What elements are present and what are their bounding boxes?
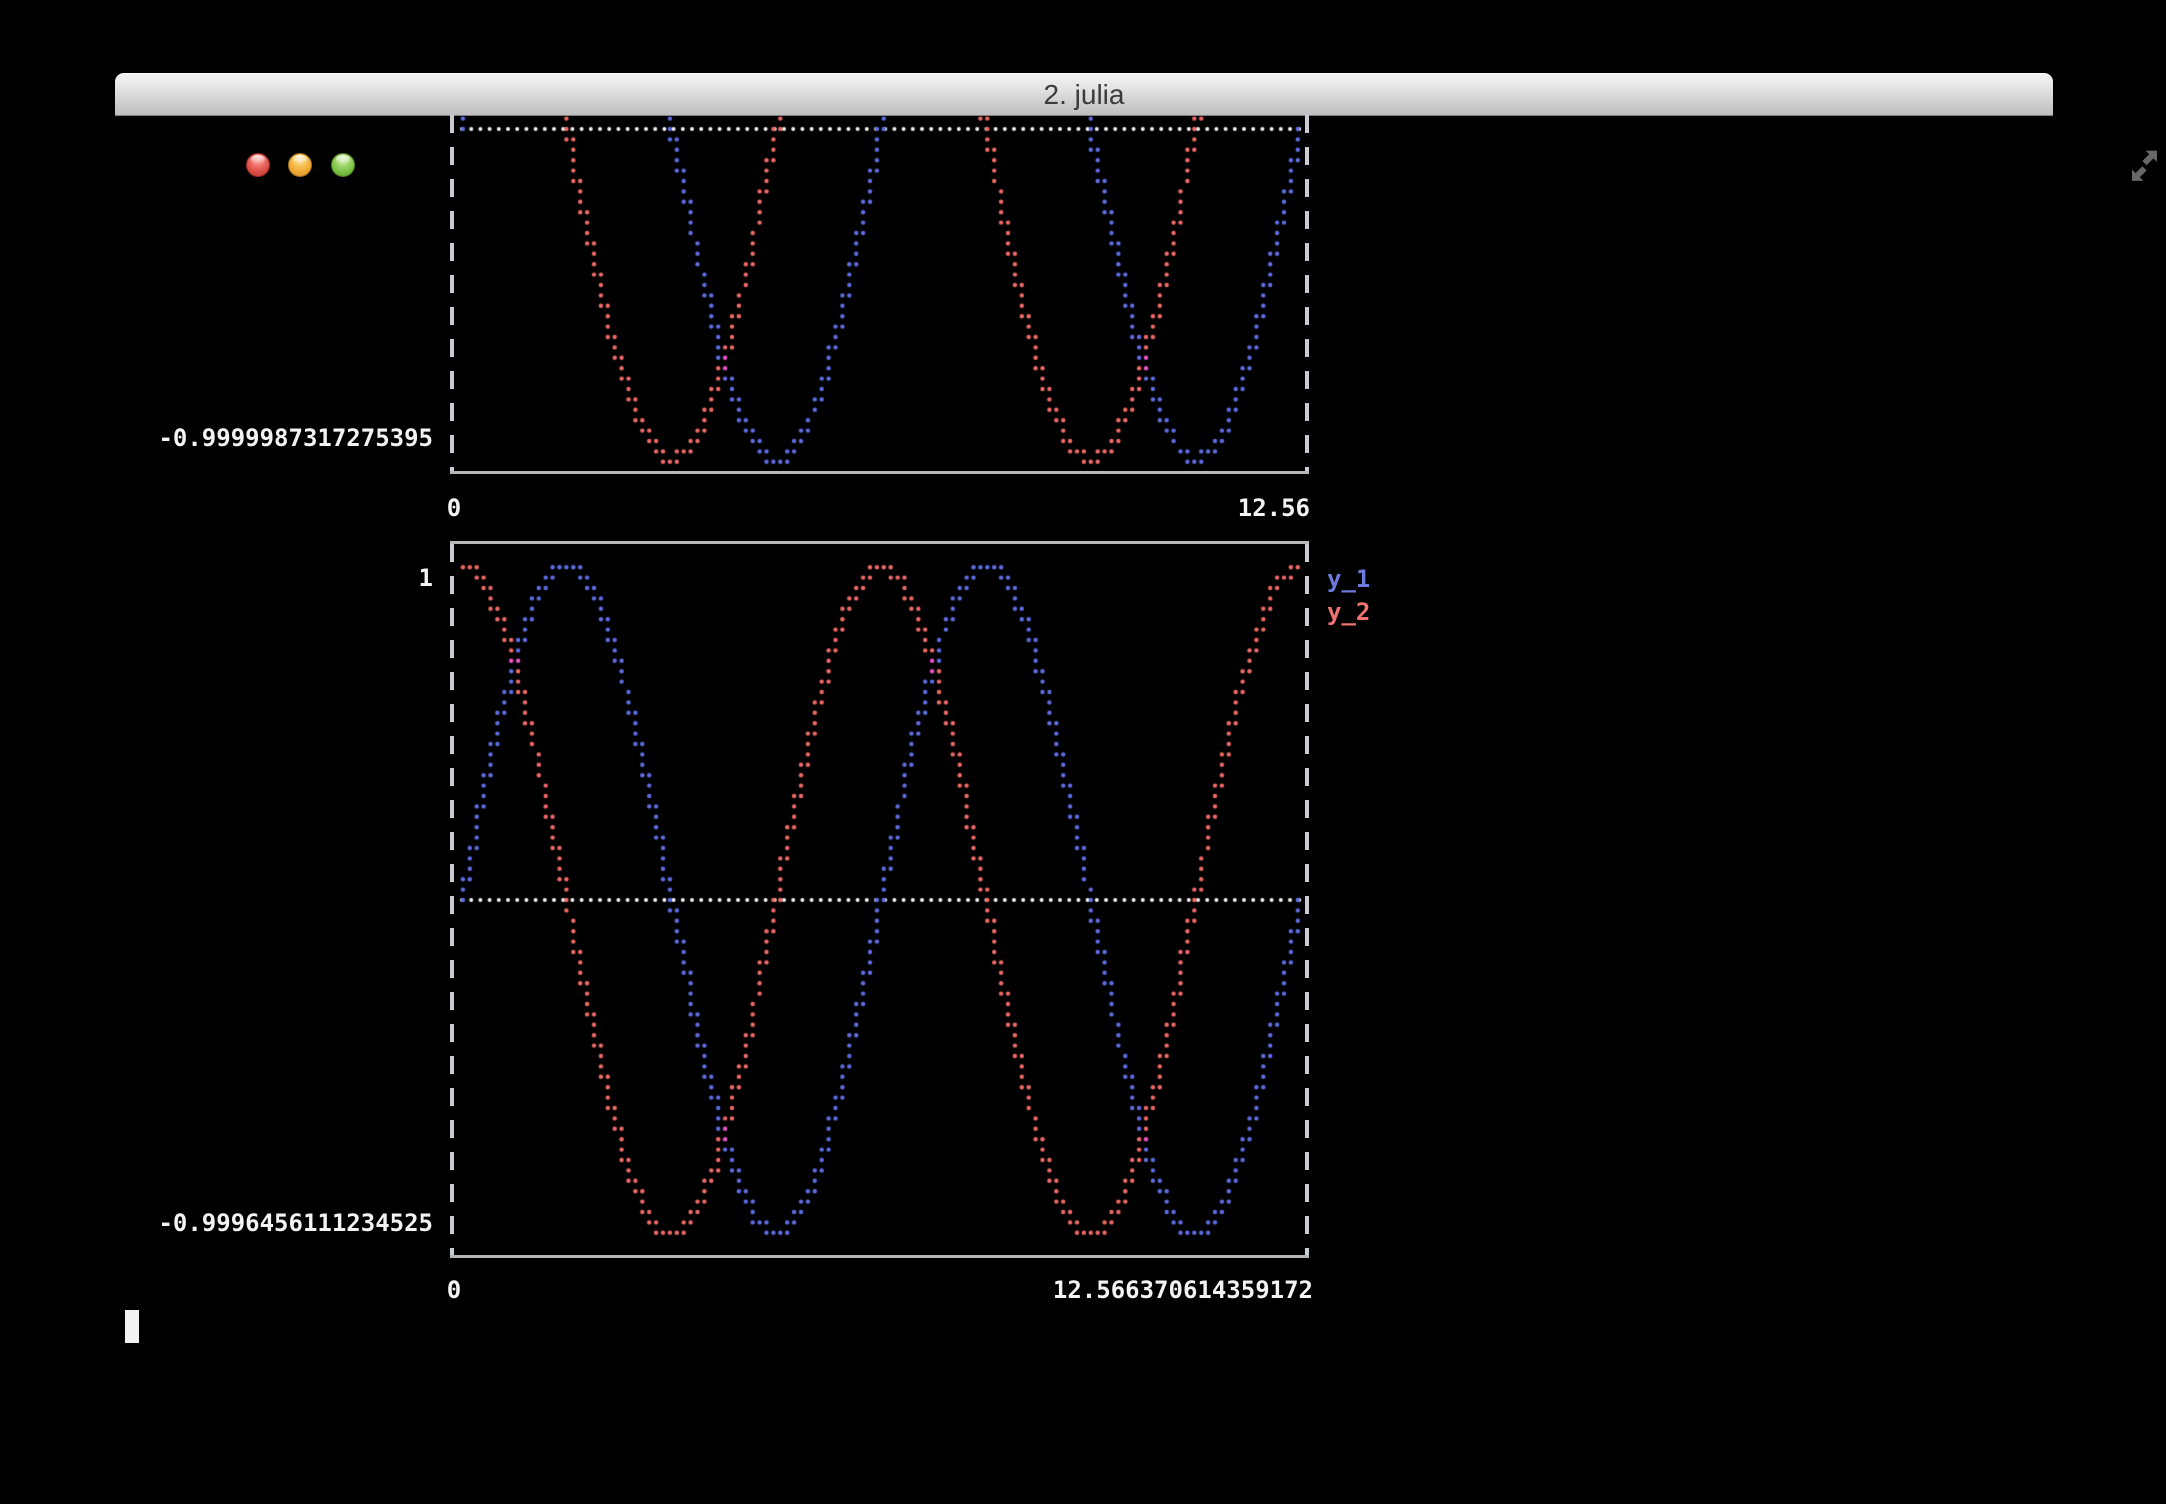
close-button[interactable] [246,153,270,177]
plot1-xmax-label: 12.56 [1149,494,1310,522]
plot2-canvas [456,544,1308,1255]
window-titlebar[interactable]: 2. julia [115,73,2053,116]
plot1-xmin-label: 0 [441,494,467,522]
plot2-ymax-label: 1 [283,564,433,592]
plot2-xmin-label: 0 [441,1276,467,1304]
terminal-screen: { "window": { "title": "2. julia", "cont… [0,0,2166,1504]
plot1-left-border [450,115,454,472]
plot1-bottom-border [450,471,1309,474]
legend-entry-y2: y_2 [1327,598,1370,626]
plot1-ymin-label: -0.9999987317275395 [83,424,433,452]
window-title: 2. julia [115,73,2053,115]
minimize-button[interactable] [288,153,312,177]
plot2-xmax-label: 12.566370614359172 [1013,1276,1313,1304]
legend-entry-y1: y_1 [1327,565,1370,593]
terminal-cursor[interactable] [125,1310,139,1343]
plot2-left-border [450,544,454,1255]
fullscreen-icon[interactable] [2127,149,2163,183]
zoom-button[interactable] [331,153,355,177]
plot1-canvas [456,115,1308,471]
plot2-ymin-label: -0.9996456111234525 [83,1209,433,1237]
plot2-bottom-border [450,1255,1309,1258]
